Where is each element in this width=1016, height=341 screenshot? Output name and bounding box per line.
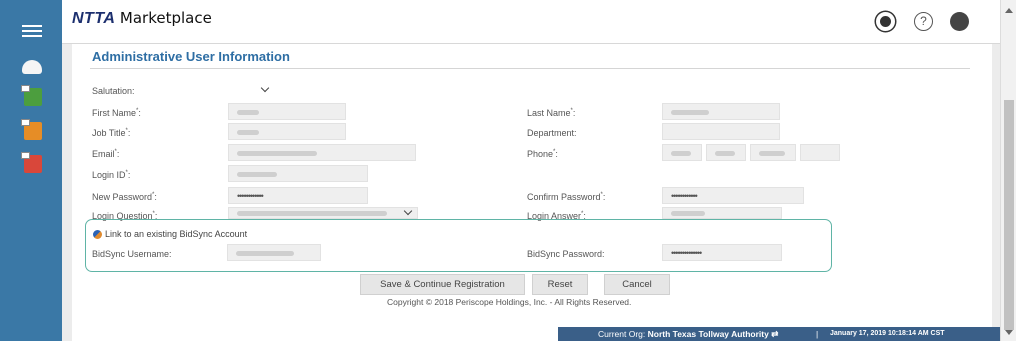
chevron-down-icon — [403, 206, 413, 216]
login-question-select[interactable] — [228, 206, 418, 219]
login-id-label: Login ID*: — [92, 170, 131, 180]
bidsync-link-box: Link to an existing BidSync Account BidS… — [85, 219, 832, 272]
save-continue-button[interactable]: Save & Continue Registration — [360, 274, 525, 295]
first-name-label: First Name*: — [92, 108, 141, 118]
status-bar: Current Org: North Texas Tollway Authori… — [558, 327, 1000, 341]
last-name-field[interactable] — [662, 103, 780, 120]
top-bar: NTTA Marketplace ? — [62, 0, 1000, 44]
registration-panel: Administrative User Information Salutati… — [72, 44, 992, 341]
cancel-button[interactable]: Cancel — [604, 274, 670, 295]
confirm-password-field[interactable]: •••••••••••• — [662, 187, 804, 204]
last-name-label: Last Name*: — [527, 108, 576, 118]
scrollbar-thumb[interactable] — [1004, 100, 1014, 330]
phone-area-field[interactable] — [662, 144, 702, 161]
brand-logo[interactable]: NTTA Marketplace — [72, 9, 212, 28]
brand-ntta: NTTA — [72, 10, 116, 27]
new-password-field[interactable]: •••••••••••• — [228, 187, 368, 204]
spreadsheet-icon[interactable] — [21, 85, 42, 106]
copyright-text: Copyright © 2018 Periscope Holdings, Inc… — [387, 297, 632, 307]
page-scrollbar[interactable] — [1000, 0, 1016, 341]
phone-prefix-field[interactable] — [706, 144, 746, 161]
login-id-field[interactable] — [228, 165, 368, 182]
pdf-icon[interactable] — [21, 152, 42, 173]
sidebar — [0, 0, 62, 341]
dashboard-icon[interactable] — [22, 60, 42, 74]
bidsync-username-label: BidSync Username: — [92, 249, 172, 259]
divider — [90, 68, 970, 69]
gear-icon[interactable] — [876, 12, 895, 31]
bidsync-password-label: BidSync Password: — [527, 249, 605, 259]
login-answer-field[interactable] — [662, 207, 782, 219]
job-title-field[interactable] — [228, 123, 346, 140]
bidsync-username-field[interactable] — [227, 244, 321, 261]
page-title: Administrative User Information — [92, 49, 290, 64]
salutation-select[interactable] — [228, 81, 280, 98]
email-field[interactable] — [228, 144, 416, 161]
salutation-label: Salutation: — [92, 86, 135, 96]
new-password-label: New Password*: — [92, 192, 157, 202]
menu-icon[interactable] — [22, 25, 42, 38]
phone-ext-field[interactable] — [800, 144, 840, 161]
bidsync-logo-icon — [93, 230, 102, 239]
current-org[interactable]: Current Org: North Texas Tollway Authori… — [598, 327, 778, 341]
status-separator: | — [816, 329, 819, 339]
confirm-password-label: Confirm Password*: — [527, 192, 606, 202]
department-label: Department: — [527, 128, 577, 138]
reset-button[interactable]: Reset — [532, 274, 588, 295]
help-icon[interactable]: ? — [914, 12, 933, 31]
brand-marketplace: Marketplace — [119, 9, 212, 27]
current-org-prefix: Current Org: — [598, 329, 646, 339]
current-org-name: North Texas Tollway Authority — [647, 329, 769, 339]
switch-org-icon[interactable]: ⇄ — [771, 329, 778, 339]
department-field[interactable] — [662, 123, 780, 140]
user-avatar-icon[interactable] — [950, 12, 969, 31]
phone-label: Phone*: — [527, 149, 558, 159]
email-label: Email*: — [92, 149, 120, 159]
phone-line-field[interactable] — [750, 144, 796, 161]
scroll-up-icon[interactable] — [1005, 8, 1013, 13]
scroll-down-icon[interactable] — [1005, 330, 1013, 335]
job-title-label: Job Title*: — [92, 128, 131, 138]
bidsync-password-field[interactable]: •••••••••••••• — [662, 244, 782, 261]
chevron-down-icon — [260, 83, 270, 93]
document-icon[interactable] — [21, 119, 42, 140]
bidsync-link-label[interactable]: Link to an existing BidSync Account — [105, 229, 247, 239]
timestamp: January 17, 2019 10:18:14 AM CST — [830, 330, 945, 337]
first-name-field[interactable] — [228, 103, 346, 120]
